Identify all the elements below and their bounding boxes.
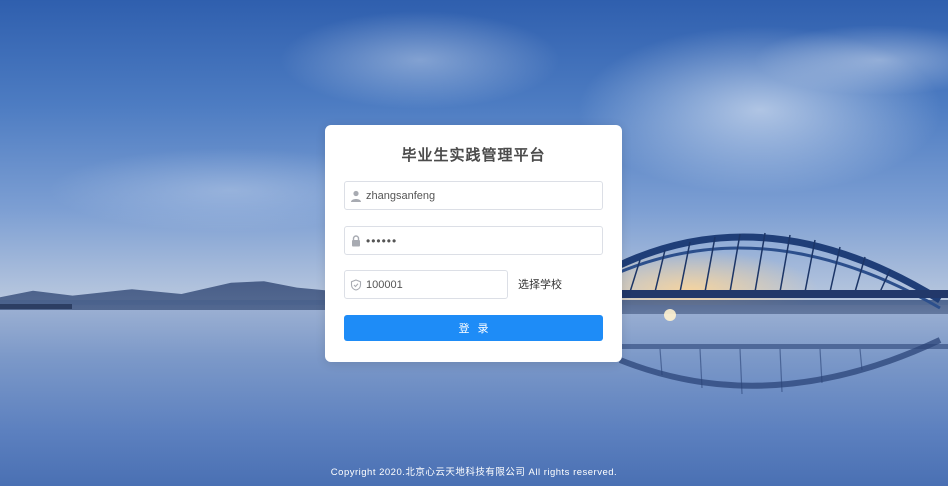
- school-code-input[interactable]: [366, 271, 502, 298]
- copyright-footer: Copyright 2020.北京心云天地科技有限公司 All rights r…: [330, 467, 618, 478]
- username-field[interactable]: [344, 181, 603, 210]
- user-icon: [349, 189, 363, 203]
- password-field[interactable]: [344, 226, 603, 255]
- pier: [0, 304, 72, 309]
- lock-icon: [349, 234, 363, 248]
- school-code-field[interactable]: [344, 270, 508, 299]
- arch-bridge-image: [618, 232, 948, 395]
- login-card: 毕业生实践管理平台 选择学校 登录: [325, 125, 622, 362]
- password-input[interactable]: [366, 227, 597, 254]
- login-button[interactable]: 登录: [344, 315, 603, 341]
- select-school-link[interactable]: 选择学校: [518, 276, 562, 292]
- shield-icon: [349, 278, 363, 292]
- login-title: 毕业生实践管理平台: [401, 147, 546, 164]
- username-input[interactable]: [366, 182, 597, 209]
